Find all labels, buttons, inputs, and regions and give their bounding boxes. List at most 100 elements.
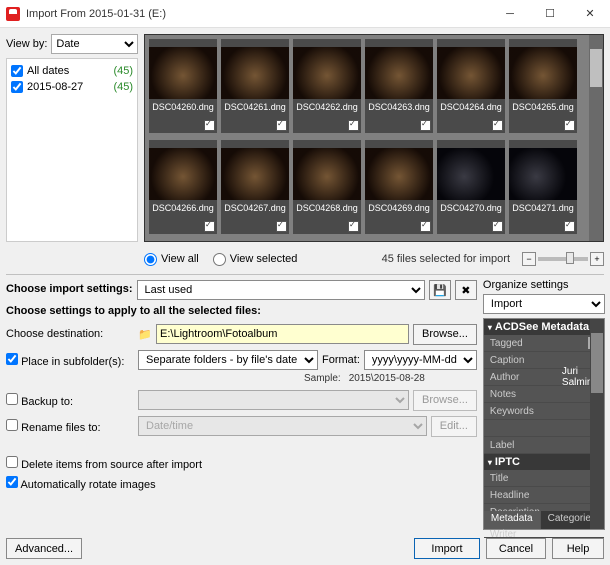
thumbnail-item[interactable]: DSC04262.dng xyxy=(293,39,361,133)
date-item-0[interactable]: 2015-08-27 (45) xyxy=(11,79,133,95)
backup-checkbox[interactable] xyxy=(6,393,18,405)
metadata-section-acdsee[interactable]: ▾ACDSee Metadata xyxy=(484,319,604,335)
help-button[interactable]: Help xyxy=(552,538,604,559)
thumbnail-image xyxy=(149,47,217,99)
thumbnail-checkbox[interactable] xyxy=(420,221,431,232)
metadata-row[interactable]: Title xyxy=(484,470,604,487)
viewby-select[interactable]: Date xyxy=(51,34,138,54)
save-settings-icon[interactable]: 💾 xyxy=(429,280,451,300)
close-button[interactable]: ✕ xyxy=(570,0,610,28)
thumbnail-filename: DSC04267.dng xyxy=(221,203,289,213)
date-all-checkbox[interactable] xyxy=(11,65,23,77)
thumbnail-item[interactable]: DSC04270.dng xyxy=(437,140,505,234)
metadata-scrollbar[interactable] xyxy=(590,319,604,529)
delete-settings-icon[interactable]: ✖ xyxy=(455,280,477,300)
auto-rotate-checkbox[interactable] xyxy=(6,476,18,488)
browse-dest-button[interactable]: Browse... xyxy=(413,324,477,345)
thumbnail-checkbox[interactable] xyxy=(348,221,359,232)
zoom-in-button[interactable]: + xyxy=(590,252,604,266)
thumbnail-filename: DSC04263.dng xyxy=(365,102,433,112)
zoom-out-button[interactable]: − xyxy=(522,252,536,266)
zoom-knob[interactable] xyxy=(566,252,574,264)
view-selected-radio[interactable]: View selected xyxy=(213,253,298,266)
thumbs-scrollbar-thumb[interactable] xyxy=(590,49,602,87)
thumbnail-filename: DSC04266.dng xyxy=(149,203,217,213)
metadata-section-iptc[interactable]: ▾IPTC xyxy=(484,454,604,470)
cancel-button[interactable]: Cancel xyxy=(486,538,546,559)
thumbnail-image xyxy=(149,148,217,200)
viewby-label: View by: xyxy=(6,38,47,50)
thumbnail-checkbox[interactable] xyxy=(276,120,287,131)
auto-rotate-checkbox-label[interactable]: Automatically rotate images xyxy=(6,476,156,491)
metadata-row[interactable]: Tagged xyxy=(484,335,604,352)
metadata-row[interactable]: Notes xyxy=(484,386,604,403)
date-0-checkbox[interactable] xyxy=(11,81,23,93)
thumbnail-checkbox[interactable] xyxy=(492,221,503,232)
thumbnail-item[interactable]: DSC04261.dng xyxy=(221,39,289,133)
thumbnail-filename: DSC04270.dng xyxy=(437,203,505,213)
thumbnail-checkbox[interactable] xyxy=(276,221,287,232)
date-item-all[interactable]: All dates (45) xyxy=(11,63,133,79)
thumbnail-checkbox[interactable] xyxy=(564,120,575,131)
floppy-icon: 💾 xyxy=(433,284,447,297)
metadata-row[interactable] xyxy=(484,420,604,437)
metadata-scrollbar-thumb[interactable] xyxy=(591,333,603,393)
rename-checkbox-label[interactable]: Rename files to: xyxy=(6,419,134,434)
thumbnail-item[interactable]: DSC04265.dng xyxy=(509,39,577,133)
delete-source-checkbox[interactable] xyxy=(6,456,18,468)
thumbnail-image xyxy=(293,47,361,99)
subfolders-mode-select[interactable]: Separate folders - by file's date xyxy=(138,350,318,370)
thumbnail-checkbox[interactable] xyxy=(564,221,575,232)
thumbnail-item[interactable]: DSC04264.dng xyxy=(437,39,505,133)
thumbnail-checkbox[interactable] xyxy=(348,120,359,131)
thumbnail-item[interactable]: DSC04260.dng xyxy=(149,39,217,133)
thumbnail-filename: DSC04271.dng xyxy=(509,203,577,213)
metadata-row[interactable]: Keywords xyxy=(484,403,604,420)
folder-icon: 📁 xyxy=(138,328,152,341)
thumbnail-item[interactable]: DSC04263.dng xyxy=(365,39,433,133)
choose-settings-label: Choose import settings: xyxy=(6,283,133,295)
subfolders-checkbox-label[interactable]: Place in subfolder(s): xyxy=(6,353,134,368)
maximize-button[interactable]: ☐ xyxy=(530,0,570,28)
thumbnail-item[interactable]: DSC04266.dng xyxy=(149,140,217,234)
import-button[interactable]: Import xyxy=(414,538,480,559)
rename-template-select: Date/time xyxy=(138,416,427,436)
import-settings-select[interactable]: Last used xyxy=(137,280,425,300)
minimize-button[interactable]: ─ xyxy=(490,0,530,28)
thumbnail-item[interactable]: DSC04269.dng xyxy=(365,140,433,234)
view-all-radio[interactable]: View all xyxy=(144,253,199,266)
collapse-icon: ▾ xyxy=(488,458,492,467)
selection-status: 45 files selected for import xyxy=(382,253,510,265)
backup-checkbox-label[interactable]: Backup to: xyxy=(6,393,134,408)
sample-value: 2015\2015-08-28 xyxy=(349,373,425,384)
thumbnail-item[interactable]: DSC04268.dng xyxy=(293,140,361,234)
metadata-row[interactable]: Label xyxy=(484,437,604,454)
format-select[interactable]: yyyy\yyyy-MM-dd xyxy=(364,350,477,370)
organize-preset-select[interactable]: Import xyxy=(483,294,605,314)
thumbnail-item[interactable]: DSC04271.dng xyxy=(509,140,577,234)
thumbnail-grid[interactable]: DSC04260.dngDSC04261.dngDSC04262.dngDSC0… xyxy=(144,34,604,242)
tab-metadata[interactable]: Metadata xyxy=(484,511,541,529)
thumbs-scrollbar[interactable] xyxy=(589,35,603,241)
thumbnail-checkbox[interactable] xyxy=(420,120,431,131)
metadata-row[interactable]: Headline xyxy=(484,487,604,504)
thumbnail-filename: DSC04265.dng xyxy=(509,102,577,112)
backup-path-select xyxy=(138,390,409,410)
delete-source-checkbox-label[interactable]: Delete items from source after import xyxy=(6,456,202,471)
metadata-row[interactable]: AuthorJuri Salminen xyxy=(484,369,604,386)
zoom-control: − + xyxy=(522,252,604,266)
thumbnail-checkbox[interactable] xyxy=(204,221,215,232)
thumbnail-checkbox[interactable] xyxy=(204,120,215,131)
thumbnail-image xyxy=(509,47,577,99)
rename-checkbox[interactable] xyxy=(6,419,18,431)
x-icon: ✖ xyxy=(461,284,470,297)
advanced-button[interactable]: Advanced... xyxy=(6,538,82,559)
thumbnail-checkbox[interactable] xyxy=(492,120,503,131)
view-filter-bar: View all View selected 45 files selected… xyxy=(6,248,604,270)
thumbnail-image xyxy=(365,47,433,99)
destination-input[interactable] xyxy=(156,324,409,344)
zoom-slider[interactable] xyxy=(538,257,588,261)
thumbnail-item[interactable]: DSC04267.dng xyxy=(221,140,289,234)
thumbnail-image xyxy=(509,148,577,200)
subfolders-checkbox[interactable] xyxy=(6,353,18,365)
